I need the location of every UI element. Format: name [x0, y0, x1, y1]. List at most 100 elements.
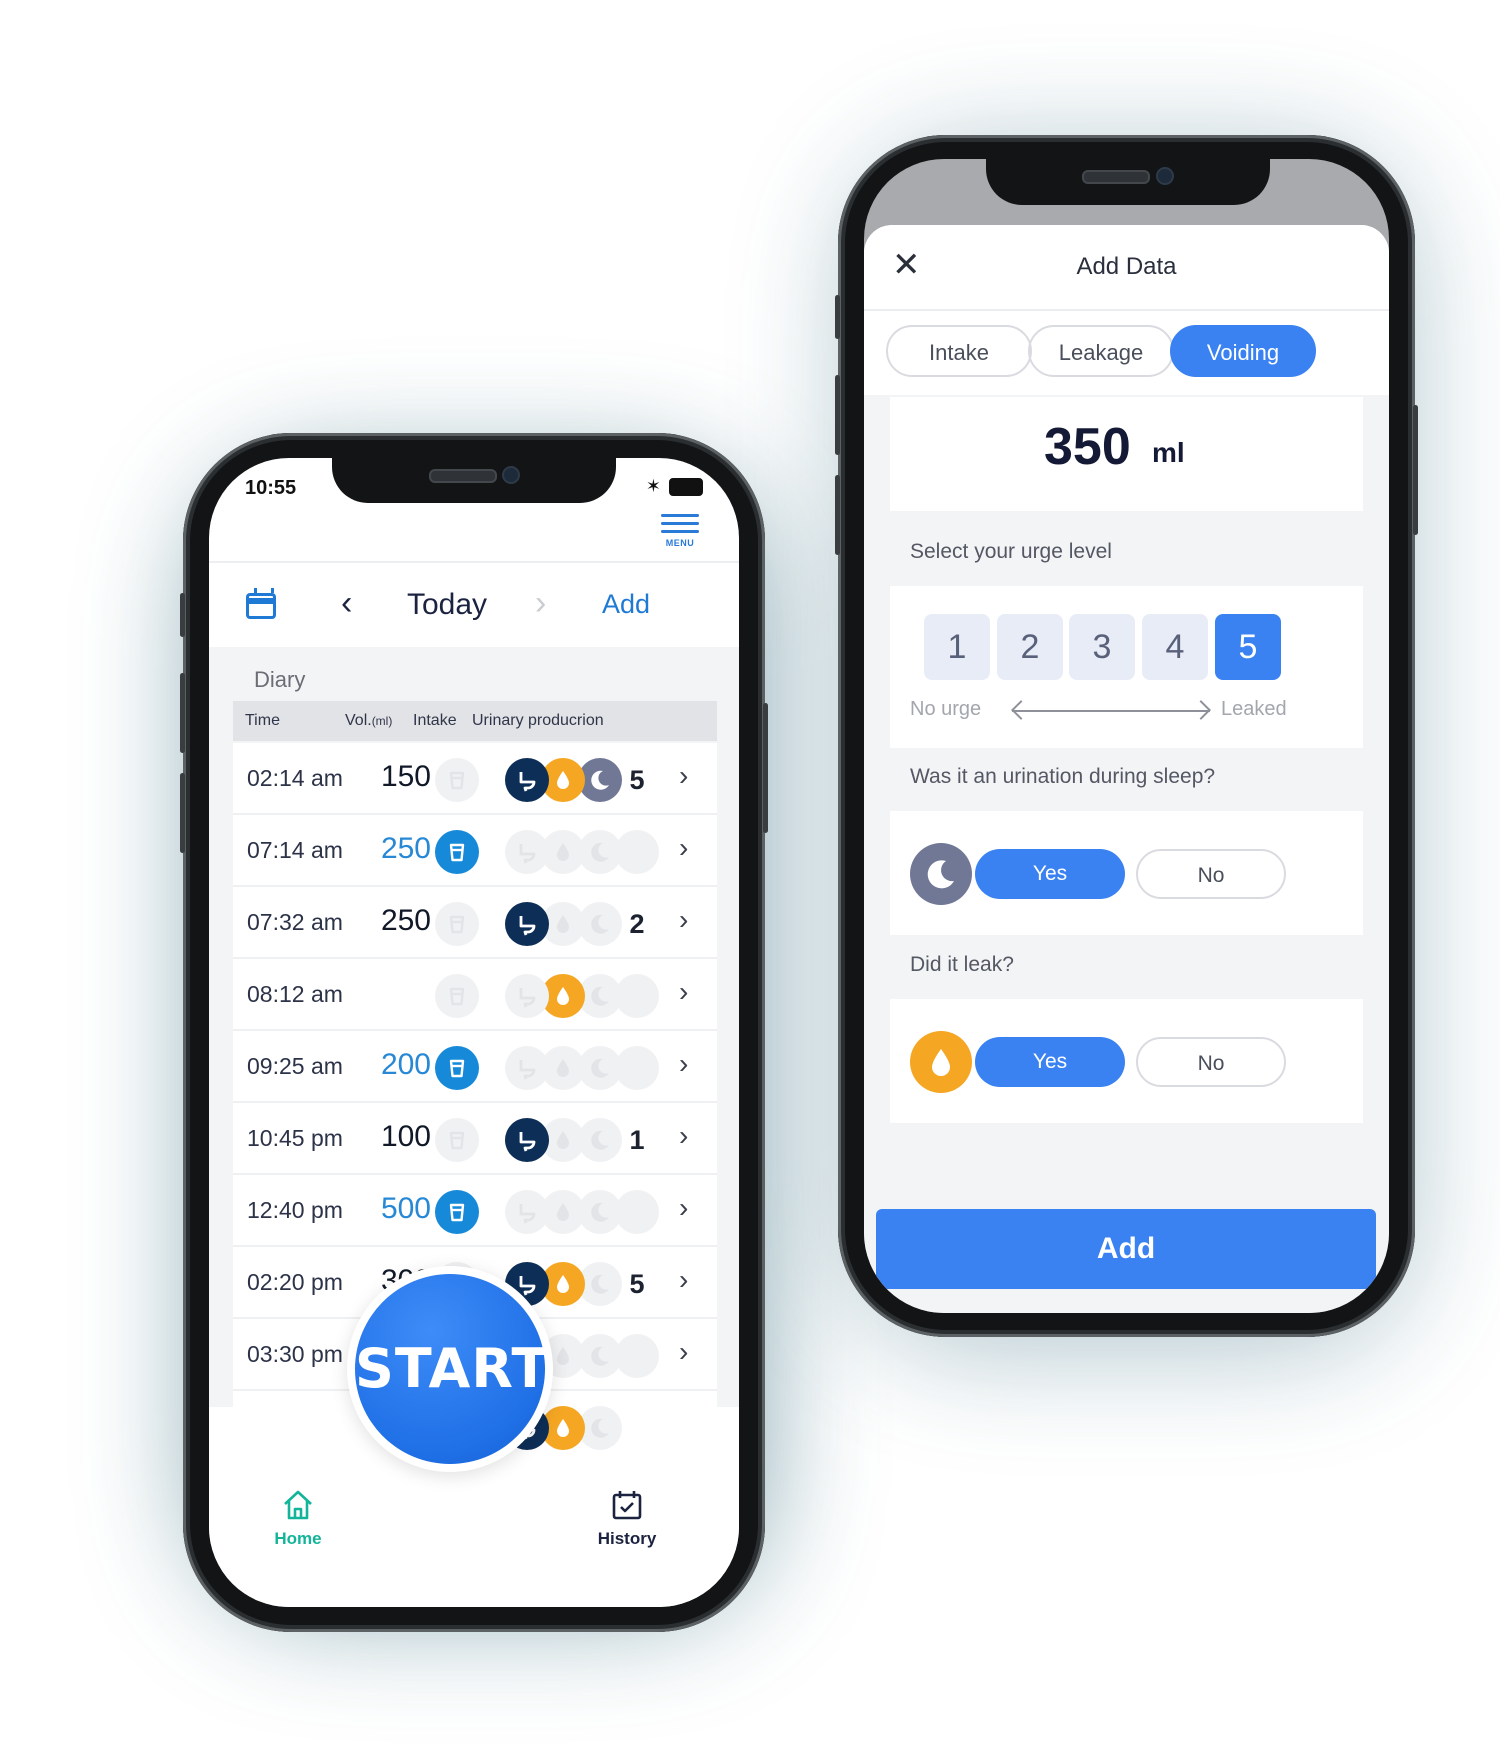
- tab-home[interactable]: Home: [253, 1487, 343, 1549]
- toilet-icon: [505, 1190, 549, 1234]
- notch: [986, 159, 1270, 205]
- start-button-ring: START: [347, 1266, 553, 1472]
- row-time: 12:40 pm: [247, 1197, 343, 1223]
- cup-icon: [435, 1118, 479, 1162]
- segment-voiding[interactable]: Voiding: [1170, 325, 1316, 377]
- row-time: 07:14 am: [247, 837, 343, 863]
- row-volume: 250: [380, 832, 431, 865]
- add-link[interactable]: Add: [602, 589, 650, 620]
- row-time: 03:30 pm: [247, 1341, 343, 1367]
- table-row[interactable]: 08:12 am ›: [233, 959, 717, 1031]
- battery-icon: [669, 477, 703, 496]
- type-segments: Intake Leakage Voiding: [864, 311, 1389, 395]
- leak-question-label: Did it leak?: [910, 953, 1014, 976]
- bluetooth-icon: ✶: [645, 476, 661, 496]
- chevron-right-icon: ›: [679, 1048, 689, 1079]
- chevron-right-icon[interactable]: ›: [535, 584, 546, 623]
- date-title: Today: [407, 588, 488, 621]
- moon-icon: [910, 843, 972, 905]
- chevron-left-icon[interactable]: ‹: [341, 584, 352, 623]
- row-volume: 250: [380, 904, 431, 937]
- col-urinary: Urinary producrion: [472, 712, 604, 729]
- toilet-icon: [505, 758, 549, 802]
- diary-label: Diary: [254, 667, 306, 692]
- chevron-right-icon: ›: [679, 1264, 689, 1295]
- menu-icon: [661, 514, 699, 533]
- tab-history-label: History: [597, 1529, 657, 1548]
- urge-max-label: Leaked: [1221, 698, 1287, 720]
- chevron-right-icon: ›: [679, 832, 689, 863]
- row-volume: 100: [380, 1120, 431, 1153]
- phone-diary: 10:55 ✶ MENU ‹ Today › Add Diary Time Vo…: [180, 433, 768, 1632]
- table-row[interactable]: 10:45 pm 100 1 ›: [233, 1103, 717, 1175]
- row-volume: 150: [380, 760, 431, 793]
- cup-icon: [435, 1190, 479, 1234]
- chevron-right-icon: ›: [679, 976, 689, 1007]
- table-row[interactable]: 02:14 am 150 5 ›: [233, 743, 717, 815]
- chevron-right-icon: ›: [679, 760, 689, 791]
- urge-level-5[interactable]: 5: [1215, 614, 1281, 680]
- table-header: Time Vol.(ml) Intake Urinary producrion: [233, 701, 717, 741]
- table-row[interactable]: 09:25 am 200 ›: [233, 1031, 717, 1103]
- urge-level-2[interactable]: 2: [997, 614, 1063, 680]
- cup-icon: [435, 1046, 479, 1090]
- table-row[interactable]: 07:32 am 250 2 ›: [233, 887, 717, 959]
- toilet-icon: [505, 830, 549, 874]
- diary-screen: 10:55 ✶ MENU ‹ Today › Add Diary Time Vo…: [209, 458, 739, 1607]
- toilet-icon: [505, 1046, 549, 1090]
- segment-intake[interactable]: Intake: [886, 325, 1032, 377]
- sheet-title: Add Data: [1076, 253, 1177, 280]
- chevron-right-icon: ›: [679, 1192, 689, 1223]
- tab-history[interactable]: History: [577, 1487, 677, 1549]
- row-time: 08:12 am: [247, 981, 343, 1007]
- add-data-sheet: ✕ Add Data Intake Leakage Voiding 350 ml…: [864, 225, 1389, 1313]
- chevron-right-icon: ›: [679, 1336, 689, 1367]
- urge-level-1[interactable]: 1: [924, 614, 990, 680]
- cup-icon: [435, 902, 479, 946]
- volume-input[interactable]: 350 ml: [890, 397, 1363, 511]
- urge-level-4[interactable]: 4: [1142, 614, 1208, 680]
- chevron-right-icon: ›: [679, 1120, 689, 1151]
- cup-icon: [435, 758, 479, 802]
- calendar-icon[interactable]: [246, 588, 276, 619]
- volume-unit: ml: [1152, 437, 1185, 468]
- leak-no-button[interactable]: No: [1136, 1037, 1286, 1087]
- menu-label: MENU: [665, 538, 695, 548]
- urge-level-3[interactable]: 3: [1069, 614, 1135, 680]
- sleep-yes-button[interactable]: Yes: [975, 849, 1125, 899]
- toilet-icon: [505, 1118, 549, 1162]
- volume-value: 350: [1044, 418, 1131, 476]
- sleep-no-button[interactable]: No: [1136, 849, 1286, 899]
- row-time: 02:20 pm: [247, 1269, 343, 1295]
- home-icon: [284, 1490, 312, 1520]
- sheet-header: ✕ Add Data: [864, 225, 1389, 311]
- row-time: 07:32 am: [247, 909, 343, 935]
- leak-yes-button[interactable]: Yes: [975, 1037, 1125, 1087]
- toilet-icon: [505, 902, 549, 946]
- leak-card: Yes No: [890, 999, 1363, 1123]
- col-vol: Vol.(ml): [345, 712, 393, 729]
- menu-button[interactable]: MENU: [661, 514, 699, 548]
- add-button[interactable]: Add: [876, 1209, 1376, 1289]
- row-volume: 200: [380, 1048, 431, 1081]
- chevron-right-icon: ›: [679, 904, 689, 935]
- row-time: 02:14 am: [247, 765, 343, 791]
- urge-label: Select your urge level: [910, 540, 1112, 563]
- row-time: 10:45 pm: [247, 1125, 343, 1151]
- phone-add-data: ✕ Add Data Intake Leakage Voiding 350 ml…: [835, 135, 1418, 1337]
- segment-leakage[interactable]: Leakage: [1028, 325, 1174, 377]
- start-button[interactable]: START: [355, 1274, 548, 1464]
- date-navbar: ‹ Today › Add: [209, 561, 739, 649]
- drop-icon: [910, 1031, 972, 1093]
- table-row[interactable]: 12:40 pm 500 ›: [233, 1175, 717, 1247]
- cup-icon: [435, 974, 479, 1018]
- history-calendar-icon: [612, 1491, 642, 1520]
- table-row[interactable]: 07:14 am 250 ›: [233, 815, 717, 887]
- add-data-screen: ✕ Add Data Intake Leakage Voiding 350 ml…: [864, 159, 1389, 1313]
- row-volume: 500: [380, 1192, 431, 1225]
- urge-min-label: No urge: [910, 698, 982, 720]
- toilet-icon: [505, 974, 549, 1018]
- row-time: 09:25 am: [247, 1053, 343, 1079]
- status-time: 10:55: [245, 477, 297, 499]
- col-time: Time: [245, 712, 280, 729]
